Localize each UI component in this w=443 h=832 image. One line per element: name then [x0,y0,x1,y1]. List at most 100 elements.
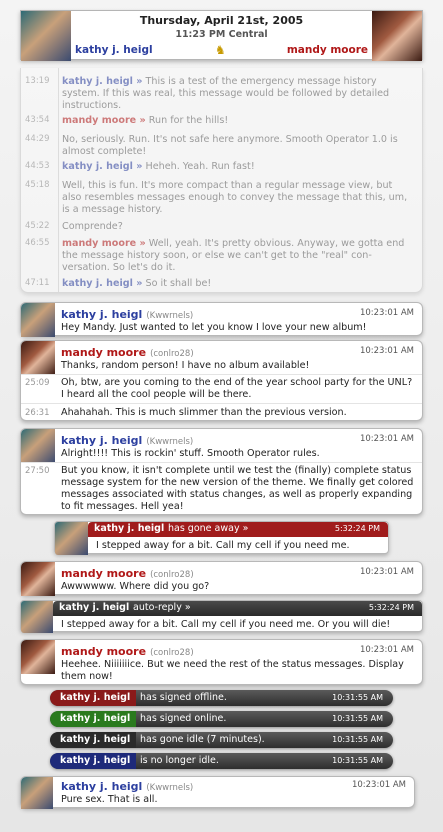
message-text: Alright!!!! This is rockin' stuff. Smoot… [61,448,320,459]
header-left-name: kathy j. heigl [75,44,153,56]
history-text: No, seriously. Run. It's not safe here a… [62,134,398,157]
history-text: Comprende? [62,221,123,232]
status-text: has signed online. [140,713,227,724]
message-bubble: kathy j. heigl (Kwwrnels) 10:23:01 AM Alr… [20,428,423,515]
mandy-avatar [21,562,55,596]
message-text: Ahahahah. This is much slimmer than the … [61,407,347,418]
message-time: 10:23:01 AM [359,567,414,577]
status-time: 10:31:55 AM [332,735,383,744]
away-label: has gone away » [168,523,249,534]
auto-reply-name: kathy j. heigl [59,602,130,613]
kathy-avatar [21,601,53,633]
kathy-avatar [21,11,71,61]
message-bubble: kathy j. heigl (Kwwrnels) 10:23:01 AM Pur… [20,776,415,809]
message-bubble: mandy moore (conlro28) 10:23:01 AM Thanks… [20,340,423,421]
message-text: Pure sex. That is all. [61,794,158,805]
mandy-avatar [21,640,55,674]
history-text: Well, this is fun. It's more compact tha… [62,180,408,215]
kathy-avatar [55,522,88,555]
auto-reply-label: auto-reply » [133,602,191,613]
mandy-avatar [21,341,55,375]
kathy-avatar [21,429,55,463]
history-sender: kathy j. heigl » [62,278,143,289]
history-text: Heheh. Yeah. Run fast! [145,161,255,172]
sender-name: mandy moore (conlro28) [61,346,194,359]
status-name: kathy j. heigl [50,711,137,727]
status-text: has gone idle (7 minutes). [140,734,265,745]
header-date: Thursday, April 21st, 2005 [139,14,304,27]
header-right-name: mandy moore [286,44,368,56]
sender-name: kathy j. heigl (Kwwrnels) [61,434,194,447]
message-bubble: mandy moore (conlro28) 10:23:01 AM Heehee… [20,639,423,685]
history-timestamp: 45:22 [25,221,50,231]
sender-name: mandy moore (conlro28) [61,645,194,658]
buddy-icon: ♞ [215,43,226,57]
status-signed-offline: kathy j. heigl has signed offline. 10:31… [50,690,393,706]
history-timestamp: 46:55 [25,238,50,248]
message-time: 10:23:01 AM [359,434,414,444]
away-text: I stepped away for a bit. Call my cell i… [96,540,350,551]
status-time: 10:31:55 AM [332,756,383,765]
history-timestamp: 43:54 [25,115,50,125]
header-time: 11:23 PM Central [175,29,268,40]
sender-nick: (Kwwrnels) [146,437,194,447]
message-bubble: mandy moore (conlro28) 10:23:01 AM Awwwww… [20,561,423,596]
sender-nick: (Kwwrnels) [146,311,194,321]
history-sender: mandy moore » [62,115,146,126]
status-no-longer-idle: kathy j. heigl is no longer idle. 10:31:… [50,753,393,769]
status-name: kathy j. heigl [50,690,137,706]
status-signed-online: kathy j. heigl has signed online. 10:31:… [50,711,393,727]
sender-name: kathy j. heigl (Kwwrnels) [61,780,194,793]
line-timestamp: 26:31 [25,408,50,418]
status-name: kathy j. heigl [50,753,137,769]
history-row: 13:19 kathy j. heigl » This is a test of… [21,76,422,112]
sender-nick: (conlro28) [150,570,194,580]
message-text: Hey Mandy. Just wanted to let you know I… [61,322,367,333]
history-text: So it shall be! [145,278,212,289]
message-time: 10:23:01 AM [351,780,406,790]
sender-nick: (Kwwrnels) [146,783,194,793]
status-time: 10:31:55 AM [332,714,383,723]
away-time: 5:32:24 PM [334,524,380,533]
sender-name: mandy moore (conlro28) [61,567,194,580]
status-time: 10:31:55 AM [332,693,383,702]
message-text: Oh, btw, are you coming to the end of th… [61,377,413,400]
kathy-avatar [21,777,53,809]
sender-nick: (conlro28) [150,349,194,359]
auto-reply-time: 5:32:24 PM [368,603,414,612]
history-text: Run for the hills! [148,115,229,126]
message-text: Thanks, random person! I have no album a… [61,360,310,371]
history-timestamp: 13:19 [25,76,50,86]
auto-reply-text: I stepped away for a bit. Call my cell i… [61,619,391,630]
away-name: kathy j. heigl [94,523,165,534]
status-name: kathy j. heigl [50,732,137,748]
message-time: 10:23:01 AM [359,308,414,318]
message-text: But you know, it isn't complete until we… [61,465,414,512]
line-timestamp: 25:09 [25,378,50,388]
status-text: has signed offline. [140,692,227,703]
kathy-avatar [21,303,55,337]
message-bubble: kathy j. heigl (Kwwrnels) 10:23:01 AM Hey… [20,302,423,337]
message-history: 13:19 kathy j. heigl » This is a test of… [20,68,423,293]
history-timestamp: 44:29 [25,134,50,144]
message-time: 10:23:01 AM [359,645,414,655]
status-gone-idle: kathy j. heigl has gone idle (7 minutes)… [50,732,393,748]
history-timestamp: 44:53 [25,161,50,171]
sender-nick: (conlro28) [150,648,194,658]
message-text: Heehee. Niiiiiiice. But we need the rest… [61,659,404,682]
sender-name: kathy j. heigl (Kwwrnels) [61,308,194,321]
chat-header: Thursday, April 21st, 2005 11:23 PM Cent… [20,10,423,61]
auto-reply-message: kathy j. heigl auto-reply » 5:32:24 PM I… [20,600,423,633]
auto-reply-banner: kathy j. heigl auto-reply » 5:32:24 PM [53,601,422,616]
status-text: is no longer idle. [140,755,219,766]
history-sender: mandy moore » [62,238,146,249]
history-sender: kathy j. heigl » [62,161,143,172]
message-text: Awwwwww. Where did you go? [61,581,210,592]
line-timestamp: 27:50 [25,466,50,476]
history-timestamp: 45:18 [25,180,50,190]
message-time: 10:23:01 AM [359,346,414,356]
mandy-avatar [372,11,422,61]
away-banner: kathy j. heigl has gone away » 5:32:24 P… [88,522,388,537]
away-message: kathy j. heigl has gone away » 5:32:24 P… [54,521,389,555]
history-sender: kathy j. heigl » [62,76,143,87]
